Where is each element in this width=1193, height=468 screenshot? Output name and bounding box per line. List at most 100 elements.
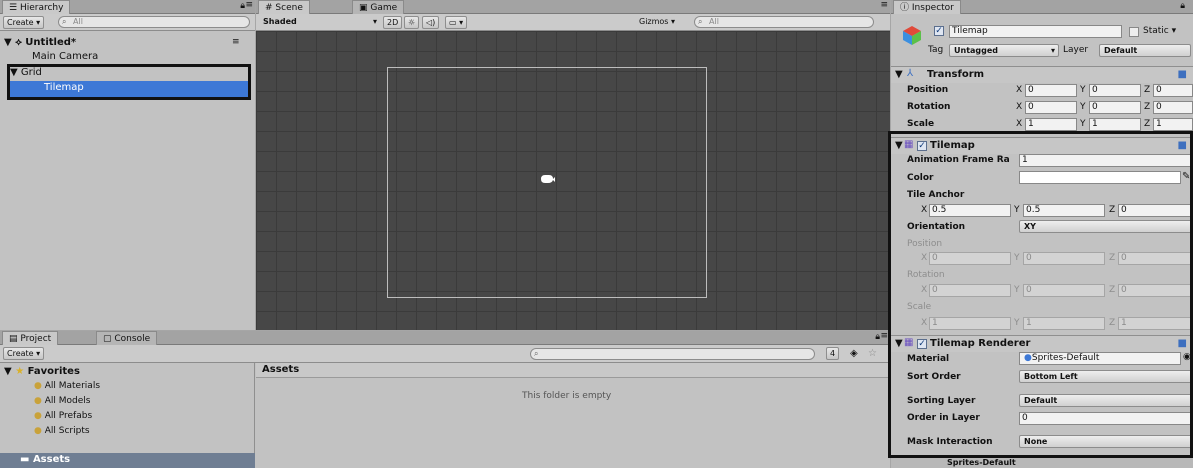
scale-z-field[interactable]: 1 bbox=[1153, 118, 1193, 131]
hierarchy-item-tilemap[interactable]: Tilemap bbox=[10, 81, 248, 97]
help-book-icon[interactable]: ■ bbox=[1178, 140, 1187, 151]
tab-project[interactable]: ▤ Project bbox=[2, 331, 59, 345]
tilemap-enabled-checkbox[interactable]: ✓ bbox=[917, 141, 927, 151]
lock-icon[interactable]: 🔒︎ bbox=[240, 1, 245, 11]
camera-gizmo-icon[interactable] bbox=[539, 173, 555, 185]
folder-tab-icon: ▤ bbox=[9, 334, 18, 344]
info-icon: ⓘ bbox=[900, 3, 910, 13]
favorite-item[interactable]: ● All Scripts bbox=[34, 424, 90, 438]
tag-icon[interactable]: ◈ bbox=[850, 348, 858, 359]
help-book-icon[interactable]: ■ bbox=[1178, 69, 1187, 80]
favorite-item[interactable]: ● All Prefabs bbox=[34, 409, 92, 423]
help-book-icon[interactable]: ■ bbox=[1178, 338, 1187, 349]
scene-viewport[interactable] bbox=[256, 31, 890, 330]
audio-toggle-button[interactable]: ◁) bbox=[422, 16, 440, 29]
star-icon[interactable]: ☆ bbox=[868, 348, 877, 359]
tilemap-icon: ▦ bbox=[904, 139, 914, 150]
scale-x-field[interactable]: 1 bbox=[1025, 118, 1077, 131]
field-value: 0 bbox=[932, 285, 938, 295]
speaker-icon: ◁) bbox=[426, 18, 436, 27]
favorite-label: All Models bbox=[44, 396, 91, 406]
tab-hierarchy[interactable]: ☰ Hierarchy bbox=[2, 0, 71, 14]
scene-search-input[interactable]: ⌕ All bbox=[694, 16, 874, 28]
material-preview-title: Sprites-Default bbox=[947, 458, 1016, 467]
transform-title: Transform bbox=[927, 69, 985, 80]
transform-header[interactable]: ▼ ⅄ Transform ■ bbox=[891, 66, 1193, 83]
tab-game[interactable]: ▣ Game bbox=[352, 0, 405, 14]
scene-name: Untitled* bbox=[25, 37, 77, 48]
layer-value: Default bbox=[1104, 46, 1138, 55]
position-x-field[interactable]: 0 bbox=[1025, 84, 1077, 97]
tile-anchor-z-field[interactable]: 0 bbox=[1118, 204, 1193, 217]
y-axis-label: Y bbox=[1014, 318, 1020, 328]
rotation-x-field[interactable]: 0 bbox=[1025, 101, 1077, 114]
tile-anchor-x-field[interactable]: 0.5 bbox=[929, 204, 1011, 217]
assets-root-item[interactable]: ▬ Assets bbox=[0, 453, 255, 468]
panel-menu-icon[interactable]: ≡ bbox=[245, 0, 253, 10]
shading-mode-dropdown[interactable]: Shaded ▾ bbox=[259, 16, 379, 29]
hierarchy-search-input[interactable]: ⌕ All bbox=[58, 16, 250, 28]
favorite-item[interactable]: ● All Models bbox=[34, 394, 90, 408]
tilemap-renderer-header[interactable]: ▼ ▦ ✓ Tilemap Renderer ■ bbox=[891, 335, 1193, 352]
active-checkbox[interactable]: ✓ bbox=[934, 26, 944, 36]
material-field[interactable]: ●Sprites-Default bbox=[1019, 352, 1181, 365]
static-checkbox[interactable] bbox=[1129, 27, 1139, 37]
rotation-z-field[interactable]: 0 bbox=[1153, 101, 1193, 114]
console-tab-icon: ▢ bbox=[103, 334, 112, 344]
tab-console[interactable]: ▢ Console bbox=[96, 331, 158, 345]
tab-inspector[interactable]: ⓘ Inspector bbox=[893, 0, 961, 14]
sort-order-label: Sort Order bbox=[907, 372, 961, 382]
scene-root-item[interactable]: ▼ ⟡ Untitled* bbox=[4, 36, 76, 50]
toggle-2d-button[interactable]: 2D bbox=[383, 16, 403, 29]
tab-scene-label: Scene bbox=[275, 3, 303, 13]
hierarchy-item-grid[interactable]: ▼ Grid bbox=[10, 66, 248, 80]
tilemap-component-header[interactable]: ▼ ▦ ✓ Tilemap ■ bbox=[891, 137, 1193, 154]
orientation-dropdown[interactable]: XY bbox=[1019, 220, 1193, 233]
favorites-item[interactable]: ▼ ★ Favorites bbox=[4, 365, 80, 379]
sorting-layer-dropdown[interactable]: Default bbox=[1019, 394, 1193, 407]
mask-interaction-dropdown[interactable]: None bbox=[1019, 435, 1193, 448]
scene-toolbar: Shaded ▾ 2D ☼ ◁) ▭ ▾ Gizmos ▾ ⌕ All bbox=[256, 14, 890, 31]
favorite-label: All Materials bbox=[44, 381, 101, 391]
sort-order-dropdown[interactable]: Bottom Left bbox=[1019, 370, 1193, 383]
panel-menu-icon[interactable]: ≡ bbox=[880, 331, 888, 341]
project-create-button[interactable]: Create ▾ bbox=[3, 347, 45, 360]
object-name-field[interactable]: Tilemap bbox=[949, 25, 1122, 38]
object-picker-icon[interactable]: ◉ bbox=[1183, 352, 1191, 362]
z-axis-label: Z bbox=[1144, 102, 1151, 112]
search-icon: ⌕ bbox=[534, 349, 539, 358]
position-y-field[interactable]: 0 bbox=[1089, 84, 1141, 97]
filter-by-type-button[interactable]: 4 bbox=[826, 347, 840, 360]
lighting-toggle-button[interactable]: ☼ bbox=[404, 16, 420, 29]
hierarchy-item-main-camera[interactable]: Main Camera bbox=[32, 50, 98, 64]
scale-y-field[interactable]: 1 bbox=[1089, 118, 1141, 131]
anim-frame-rate-field[interactable]: 1 bbox=[1019, 154, 1193, 167]
field-value: 1 bbox=[1022, 155, 1028, 165]
favorite-item[interactable]: ● All Materials bbox=[34, 379, 100, 393]
layer-dropdown[interactable]: Default bbox=[1099, 44, 1191, 57]
gizmos-dropdown[interactable]: Gizmos ▾ bbox=[636, 16, 679, 29]
tag-dropdown[interactable]: Untagged ▾ bbox=[949, 44, 1059, 57]
renderer-enabled-checkbox[interactable]: ✓ bbox=[917, 339, 927, 349]
toggle-2d-label: 2D bbox=[387, 18, 399, 27]
lock-icon[interactable]: 🔒︎ bbox=[875, 332, 880, 342]
rotation-y-field[interactable]: 0 bbox=[1089, 101, 1141, 114]
project-search-input[interactable]: ⌕ bbox=[530, 348, 815, 360]
position-z-field[interactable]: 0 bbox=[1153, 84, 1193, 97]
scene-menu-icon[interactable]: ≡ bbox=[232, 37, 240, 47]
tile-anchor-y-field[interactable]: 0.5 bbox=[1023, 204, 1105, 217]
static-label[interactable]: Static ▾ bbox=[1143, 26, 1176, 36]
panel-menu-icon[interactable]: ≡ bbox=[880, 0, 888, 10]
z-axis-label: Z bbox=[1109, 285, 1116, 295]
eyedropper-icon[interactable]: ✎ bbox=[1182, 171, 1190, 182]
scene-tabbar: # Scene ▣ Game ≡ bbox=[256, 0, 890, 14]
assets-content[interactable]: This folder is empty bbox=[256, 378, 890, 468]
hierarchy-create-button[interactable]: Create ▾ bbox=[3, 16, 45, 29]
favorites-label: Favorites bbox=[27, 366, 80, 377]
lock-icon[interactable]: 🔒︎ bbox=[1180, 1, 1185, 11]
mask-interaction-value: None bbox=[1024, 437, 1048, 446]
color-field[interactable] bbox=[1019, 171, 1181, 184]
order-in-layer-field[interactable]: 0 bbox=[1019, 412, 1193, 425]
tab-scene[interactable]: # Scene bbox=[258, 0, 310, 14]
effects-dropdown[interactable]: ▭ ▾ bbox=[445, 16, 468, 29]
